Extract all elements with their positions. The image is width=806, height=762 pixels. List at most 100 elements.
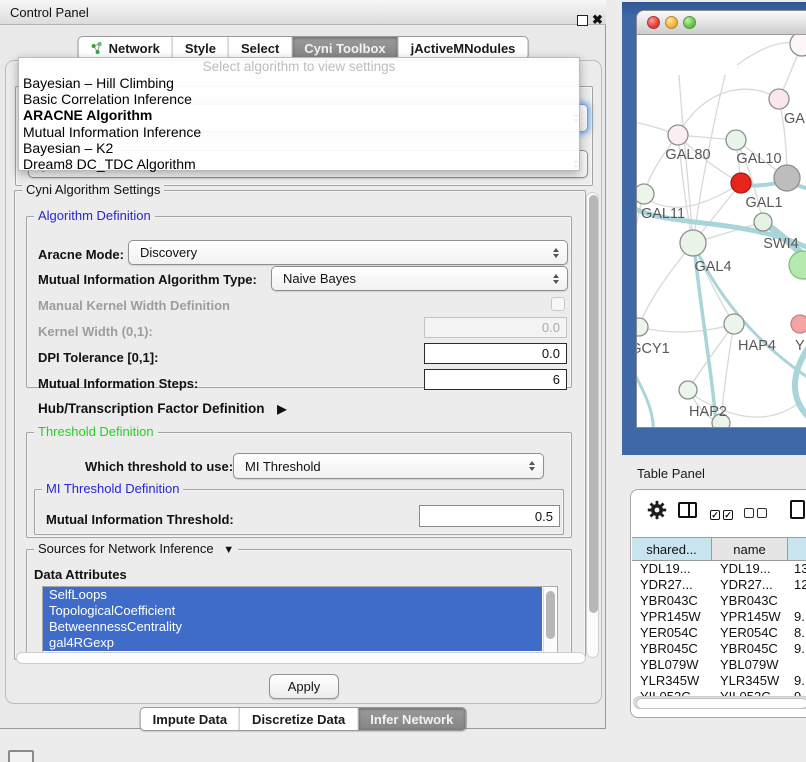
network-node-label: SWI4 — [763, 236, 798, 252]
network-node-label: GAL80 — [665, 147, 710, 163]
data-attribute-item[interactable]: gal4RGexp — [43, 635, 542, 651]
dropdown-item[interactable]: Bayesian – K2 — [19, 140, 579, 156]
tab-jactivemnodules[interactable]: jActiveMNodules — [398, 37, 528, 59]
network-node-gal80[interactable] — [668, 125, 688, 145]
manual-kernel-checkbox[interactable] — [551, 297, 565, 311]
network-node-gal11[interactable] — [637, 184, 654, 204]
table-row[interactable]: YBL079WYBL079W — [632, 657, 806, 673]
table-hscrollbar-thumb[interactable] — [636, 698, 806, 709]
table-column-header[interactable] — [788, 538, 806, 560]
zoom-traffic-light-icon[interactable] — [683, 16, 696, 29]
table-column-header[interactable]: shared... — [632, 538, 712, 560]
settings-horizontal-scrollbar[interactable] — [16, 652, 586, 664]
table-column-header[interactable]: name — [712, 538, 788, 560]
which-threshold-combo[interactable]: MI Threshold — [233, 453, 544, 479]
network-window-titlebar[interactable] — [637, 11, 806, 35]
data-attribute-item[interactable]: TopologicalCoefficient — [43, 603, 542, 619]
gear-icon[interactable] — [647, 500, 667, 520]
table-cell: 9. — [788, 641, 806, 657]
control-panel-titlebar: Control Panel — [0, 0, 606, 25]
close-icon[interactable]: ✖ — [592, 12, 603, 28]
float-window-icon[interactable] — [577, 15, 588, 26]
mi-steps-label: Mutual Information Steps: — [38, 376, 198, 391]
table-cell: YBL079W — [632, 657, 712, 673]
network-node-y[interactable] — [791, 315, 806, 333]
table-cell: 12 — [788, 577, 806, 593]
mi-type-combo[interactable]: Naive Bayes — [271, 266, 568, 291]
network-node-gcy1[interactable] — [637, 318, 648, 336]
table-panel: ✓✓ shared...name YDL19...YDL19...13YDR27… — [630, 489, 806, 718]
minimize-traffic-light-icon[interactable] — [665, 16, 678, 29]
network-window: GALGAL80GAL10GAL1GAL11SWI4GAL4GCY1HAP4YH… — [636, 10, 806, 428]
tab-style[interactable]: Style — [172, 37, 228, 59]
network-node-label: GAL4 — [694, 259, 731, 275]
mi-threshold-group-title: MI Threshold Definition — [42, 482, 183, 496]
network-node-gal1[interactable] — [731, 173, 751, 193]
network-node[interactable] — [774, 165, 800, 191]
tab-infer-network[interactable]: Infer Network — [357, 708, 465, 730]
table-row[interactable]: YPR145WYPR145W9. — [632, 609, 806, 625]
dpi-tolerance-field[interactable]: 0.0 — [424, 343, 567, 364]
table-cell: 13 — [788, 561, 806, 577]
table-row[interactable]: YDR27...YDR27...12 — [632, 577, 806, 593]
table-cell: 9. — [788, 609, 806, 625]
table-row[interactable]: YER054CYER054C8. — [632, 625, 806, 641]
table-cell: YLR345W — [632, 673, 712, 689]
dropdown-item[interactable]: Bayesian – Hill Climbing — [19, 75, 579, 91]
table-cell: YBR043C — [712, 593, 788, 609]
network-node-hap4[interactable] — [724, 314, 744, 334]
dropdown-item[interactable]: ARACNE Algorithm — [19, 107, 579, 123]
apply-button[interactable]: Apply — [269, 674, 339, 699]
tab-network[interactable]: Network — [79, 37, 172, 59]
data-attribute-item[interactable]: SelfLoops — [43, 587, 542, 603]
control-panel-title: Control Panel — [10, 5, 89, 20]
export-table-icon[interactable] — [790, 500, 805, 519]
settings-vertical-scrollbar[interactable] — [586, 192, 599, 658]
network-node-gal[interactable] — [769, 89, 789, 109]
table-row[interactable]: YBR045CYBR045C9. — [632, 641, 806, 657]
dropdown-item[interactable]: Mutual Information Inference — [19, 124, 579, 140]
data-attribute-item[interactable]: BetweennessCentrality — [43, 619, 542, 635]
dropdown-item[interactable]: Basic Correlation Inference — [19, 91, 579, 107]
close-traffic-light-icon[interactable] — [647, 16, 660, 29]
table-row[interactable]: YLR345WYLR345W9. — [632, 673, 806, 689]
deselect-all-checks-icon[interactable] — [744, 505, 770, 523]
collapse-down-icon[interactable]: ▼ — [223, 544, 234, 556]
select-all-checks-icon[interactable]: ✓✓ — [710, 505, 736, 523]
table-cell: YBL079W — [712, 657, 788, 673]
table-row[interactable]: YBR043CYBR043C — [632, 593, 806, 609]
network-node-swi4[interactable] — [754, 213, 772, 231]
combo-arrows-icon — [553, 248, 559, 258]
tab-cyni-toolbox[interactable]: Cyni Toolbox — [291, 37, 397, 59]
data-attributes-list[interactable]: SelfLoopsTopologicalCoefficientBetweenne… — [42, 586, 558, 653]
network-node[interactable] — [789, 251, 806, 279]
network-node-hap2[interactable] — [679, 381, 697, 399]
dpi-tolerance-value: 0.0 — [542, 346, 560, 361]
network-node-gal10[interactable] — [726, 130, 746, 150]
table-row[interactable]: YDL19...YDL19...13 — [632, 561, 806, 577]
column-layout-icon[interactable] — [678, 502, 697, 518]
expand-right-icon[interactable]: ▶ — [277, 402, 286, 416]
kernel-width-field[interactable]: 0.0 — [424, 317, 567, 338]
network-node[interactable] — [790, 35, 806, 56]
list-vertical-scrollbar[interactable] — [543, 588, 556, 652]
minimized-panel-icon[interactable] — [8, 750, 34, 762]
settings-scrollbar-thumb[interactable] — [589, 195, 598, 613]
network-canvas[interactable]: GALGAL80GAL10GAL1GAL11SWI4GAL4GCY1HAP4YH… — [637, 35, 806, 428]
hub-section-toggle[interactable]: Hub/Transcription Factor Definition ▶ — [38, 401, 287, 416]
table-horizontal-scrollbar[interactable] — [633, 696, 806, 709]
table-cell: YDL19... — [632, 561, 712, 577]
mi-threshold-label: Mutual Information Threshold: — [46, 512, 234, 527]
network-node-gal4[interactable] — [680, 230, 706, 256]
table-cell: YER054C — [632, 625, 712, 641]
sources-group-title[interactable]: Sources for Network Inference ▼ — [34, 542, 238, 557]
mi-threshold-field[interactable]: 0.5 — [419, 505, 560, 527]
tab-impute-data[interactable]: Impute Data — [141, 708, 239, 730]
mi-steps-field[interactable]: 6 — [424, 369, 567, 390]
tab-discretize-data[interactable]: Discretize Data — [239, 708, 357, 730]
aracne-mode-combo[interactable]: Discovery — [128, 240, 568, 265]
list-scrollbar-thumb[interactable] — [546, 591, 555, 639]
dropdown-item[interactable]: Dream8 DC_TDC Algorithm — [19, 156, 579, 172]
tab-select[interactable]: Select — [228, 37, 291, 59]
data-attributes-label: Data Attributes — [34, 567, 127, 582]
